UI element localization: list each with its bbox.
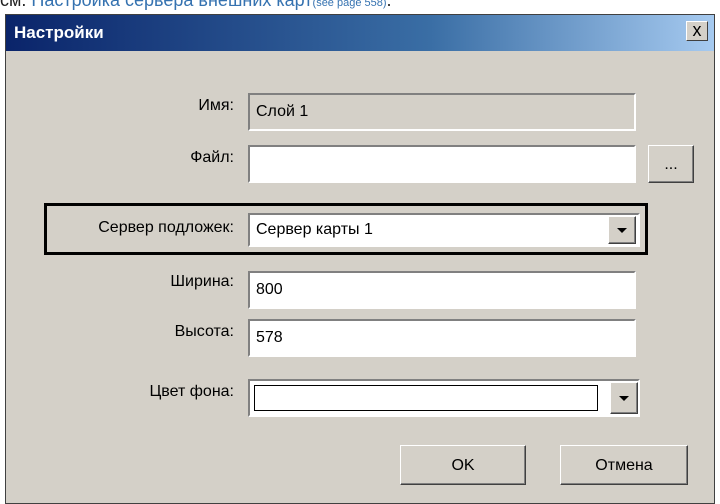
- browse-button[interactable]: ...: [648, 145, 694, 183]
- chevron-down-icon: [617, 228, 627, 233]
- file-label: Файл:: [190, 149, 234, 166]
- height-input[interactable]: 578: [248, 319, 636, 357]
- doc-suffix: .: [386, 0, 392, 10]
- bg-color-label: Цвет фона:: [149, 383, 234, 400]
- name-field: Слой 1: [248, 93, 636, 131]
- ok-button[interactable]: OK: [400, 445, 526, 485]
- server-dropdown-button[interactable]: [608, 216, 636, 244]
- settings-dialog: Настройки x Имя: Слой 1 Файл: ... Сервер…: [5, 14, 715, 504]
- doc-link[interactable]: Настройка сервера внешних карт: [31, 0, 312, 10]
- cancel-button[interactable]: Отмена: [560, 445, 688, 485]
- color-swatch: [254, 385, 598, 411]
- height-label: Высота:: [174, 323, 234, 340]
- server-label: Сервер подложек:: [98, 219, 234, 236]
- chevron-down-icon: [619, 396, 629, 401]
- doc-prefix: см.: [0, 0, 27, 10]
- doc-reference-line: см. Настройка сервера внешних карт(see p…: [0, 0, 392, 10]
- close-button[interactable]: x: [686, 21, 708, 41]
- dialog-title: Настройки: [14, 23, 104, 42]
- bg-color-dropdown-button[interactable]: [610, 382, 638, 414]
- width-label: Ширина:: [170, 273, 234, 290]
- doc-page-ref[interactable]: (see page 558): [313, 0, 387, 9]
- title-bar[interactable]: Настройки x: [6, 15, 714, 51]
- server-select[interactable]: Сервер карты 1: [248, 213, 640, 247]
- close-icon: x: [692, 20, 702, 40]
- width-input[interactable]: 800: [248, 271, 636, 309]
- bg-color-select[interactable]: [248, 379, 640, 417]
- file-input[interactable]: [248, 145, 636, 183]
- name-label: Имя:: [198, 97, 234, 114]
